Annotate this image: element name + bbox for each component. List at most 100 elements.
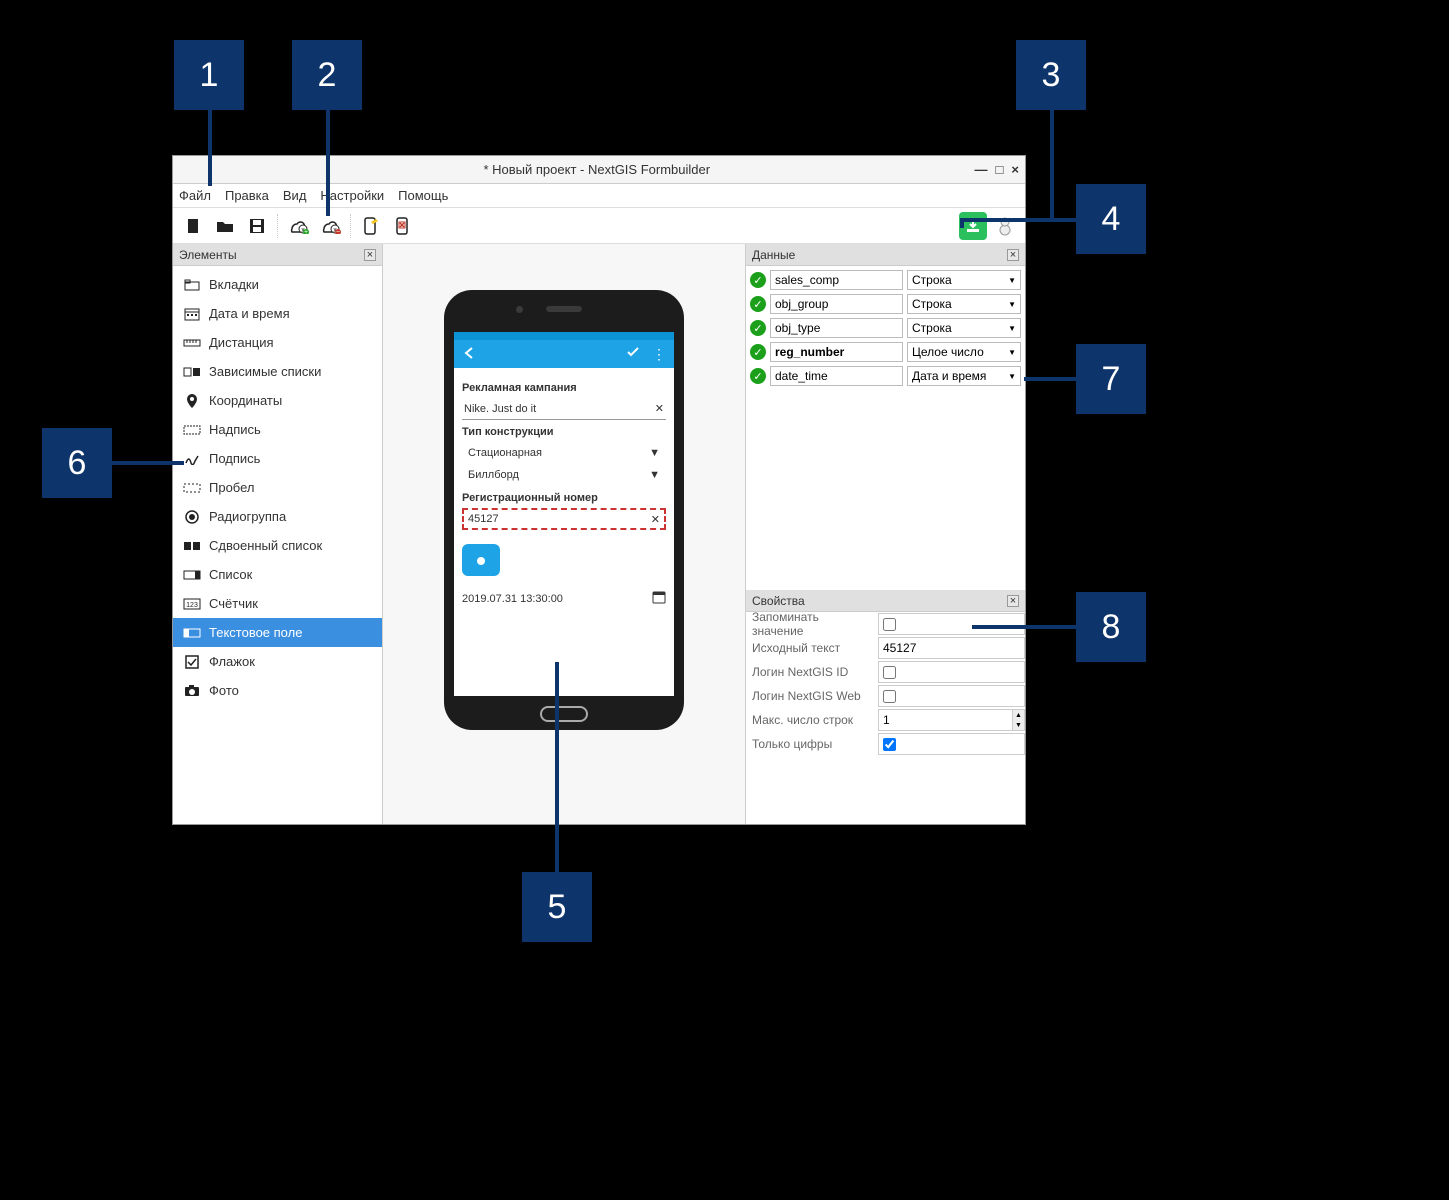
element-item-label: Радиогруппа — [209, 509, 286, 524]
element-item-label: Зависимые списки — [209, 364, 321, 379]
element-item-ruler[interactable]: Дистанция — [173, 328, 382, 357]
callout-3: 3 — [1016, 40, 1086, 110]
list-icon — [183, 566, 201, 584]
prop-maxlines-value[interactable]: 1 ▲▼ — [878, 709, 1025, 731]
prop-maxlines-label: Макс. число строк — [746, 713, 878, 727]
device-delete-button[interactable] — [389, 212, 417, 240]
prop-digits-value[interactable] — [878, 733, 1025, 755]
clear-icon[interactable]: ✕ — [651, 513, 660, 526]
element-item-deplist[interactable]: Зависимые списки — [173, 357, 382, 386]
elements-panel-close[interactable]: × — [364, 249, 376, 261]
svg-text:123: 123 — [186, 602, 198, 609]
pin-icon — [183, 392, 201, 410]
check-icon: ✓ — [750, 320, 766, 336]
properties-panel-close[interactable]: × — [1007, 595, 1019, 607]
menu-help[interactable]: Помощь — [398, 188, 448, 203]
open-file-button[interactable] — [211, 212, 239, 240]
cloud-upload-button[interactable]: x+ — [284, 212, 312, 240]
new-file-button[interactable] — [179, 212, 207, 240]
clear-icon[interactable]: ✕ — [655, 402, 664, 415]
element-item-label: Сдвоенный список — [209, 538, 322, 553]
data-field-name[interactable]: obj_type — [770, 318, 903, 338]
data-panel-close[interactable]: × — [1007, 249, 1019, 261]
prop-loginid-value[interactable] — [878, 661, 1025, 683]
menu-file[interactable]: Файл — [179, 188, 211, 203]
titlebar: * Новый проект - NextGIS Formbuilder — □… — [173, 156, 1025, 184]
maximize-button[interactable]: □ — [996, 162, 1004, 177]
device-edit-button[interactable] — [357, 212, 385, 240]
campaign-label: Рекламная кампания — [462, 382, 666, 394]
element-item-space[interactable]: Пробел — [173, 473, 382, 502]
prop-loginweb-value[interactable] — [878, 685, 1025, 707]
callout-4: 4 — [1076, 184, 1146, 254]
prop-initial-value[interactable]: 45127 — [878, 637, 1025, 659]
minimize-button[interactable]: — — [975, 162, 988, 177]
data-field-type[interactable]: Строка▼ — [907, 318, 1021, 338]
camera-button[interactable] — [462, 544, 500, 576]
element-item-signature[interactable]: Подпись — [173, 444, 382, 473]
data-field-type[interactable]: Целое число▼ — [907, 342, 1021, 362]
data-row: ✓obj_groupСтрока▼ — [750, 292, 1021, 316]
element-item-label[interactable]: Надпись — [173, 415, 382, 444]
svg-text:+: + — [304, 229, 308, 234]
data-field-name[interactable]: date_time — [770, 366, 903, 386]
element-item-radio[interactable]: Радиогруппа — [173, 502, 382, 531]
element-item-list[interactable]: Список — [173, 560, 382, 589]
save-file-button[interactable] — [243, 212, 271, 240]
prop-digits-label: Только цифры — [746, 737, 878, 751]
check-icon: ✓ — [750, 344, 766, 360]
close-button[interactable]: × — [1011, 162, 1019, 177]
menu-edit[interactable]: Правка — [225, 188, 269, 203]
callout-1: 1 — [174, 40, 244, 110]
data-field-type[interactable]: Строка▼ — [907, 270, 1021, 290]
date-field[interactable]: 2019.07.31 13:30:00 — [462, 590, 666, 607]
data-field-name[interactable]: obj_group — [770, 294, 903, 314]
element-item-label: Надпись — [209, 422, 261, 437]
element-item-label: Флажок — [209, 654, 255, 669]
element-item-calendar[interactable]: Дата и время — [173, 299, 382, 328]
duallist-icon — [183, 537, 201, 555]
data-field-name[interactable]: sales_comp — [770, 270, 903, 290]
data-row: ✓reg_numberЦелое число▼ — [750, 340, 1021, 364]
callout-7: 7 — [1076, 344, 1146, 414]
element-item-duallist[interactable]: Сдвоенный список — [173, 531, 382, 560]
element-item-label: Пробел — [209, 480, 255, 495]
reg-label: Регистрационный номер — [462, 492, 666, 504]
data-field-name[interactable]: reg_number — [770, 342, 903, 362]
element-item-pin[interactable]: Координаты — [173, 386, 382, 415]
menu-dots-icon[interactable]: ⋮ — [652, 346, 666, 362]
callout-8: 8 — [1076, 592, 1146, 662]
element-item-textfield[interactable]: Текстовое поле — [173, 618, 382, 647]
element-item-checkbox[interactable]: Флажок — [173, 647, 382, 676]
phone-topbar: ⋮ — [454, 340, 674, 368]
tabs-icon — [183, 276, 201, 294]
element-item-photo[interactable]: Фото — [173, 676, 382, 705]
callout-2: 2 — [292, 40, 362, 110]
menu-view[interactable]: Вид — [283, 188, 307, 203]
element-item-tabs[interactable]: Вкладки — [173, 270, 382, 299]
element-item-label: Дата и время — [209, 306, 290, 321]
elements-panel: Элементы × ВкладкиДата и времяДистанцияЗ… — [173, 244, 383, 824]
back-icon[interactable] — [462, 346, 476, 363]
element-item-counter[interactable]: 123 Счётчик — [173, 589, 382, 618]
data-field-type[interactable]: Строка▼ — [907, 294, 1021, 314]
prop-remember-value[interactable] — [878, 613, 1025, 635]
data-field-type[interactable]: Дата и время▼ — [907, 366, 1021, 386]
data-row: ✓sales_compСтрока▼ — [750, 268, 1021, 292]
app-window: * Новый проект - NextGIS Formbuilder — □… — [172, 155, 1026, 825]
check-icon[interactable] — [626, 345, 640, 359]
cloud-download-button[interactable]: x− — [316, 212, 344, 240]
calendar-icon — [652, 590, 666, 607]
type-label: Тип конструкции — [462, 426, 666, 438]
data-panel-title: Данные — [752, 248, 795, 262]
phone-mock: ⋮ Рекламная кампания Nike. Just do it ✕ … — [444, 290, 684, 730]
reg-input[interactable]: 45127 ✕ — [462, 508, 666, 530]
check-icon: ✓ — [750, 272, 766, 288]
prop-initial-label: Исходный текст — [746, 641, 878, 655]
element-item-label: Счётчик — [209, 596, 258, 611]
deplist-icon — [183, 363, 201, 381]
mascot-icon[interactable] — [991, 212, 1019, 240]
type-select-2[interactable]: Биллборд▼ — [462, 464, 666, 486]
campaign-input[interactable]: Nike. Just do it ✕ — [462, 398, 666, 420]
type-select-1[interactable]: Стационарная▼ — [462, 442, 666, 464]
